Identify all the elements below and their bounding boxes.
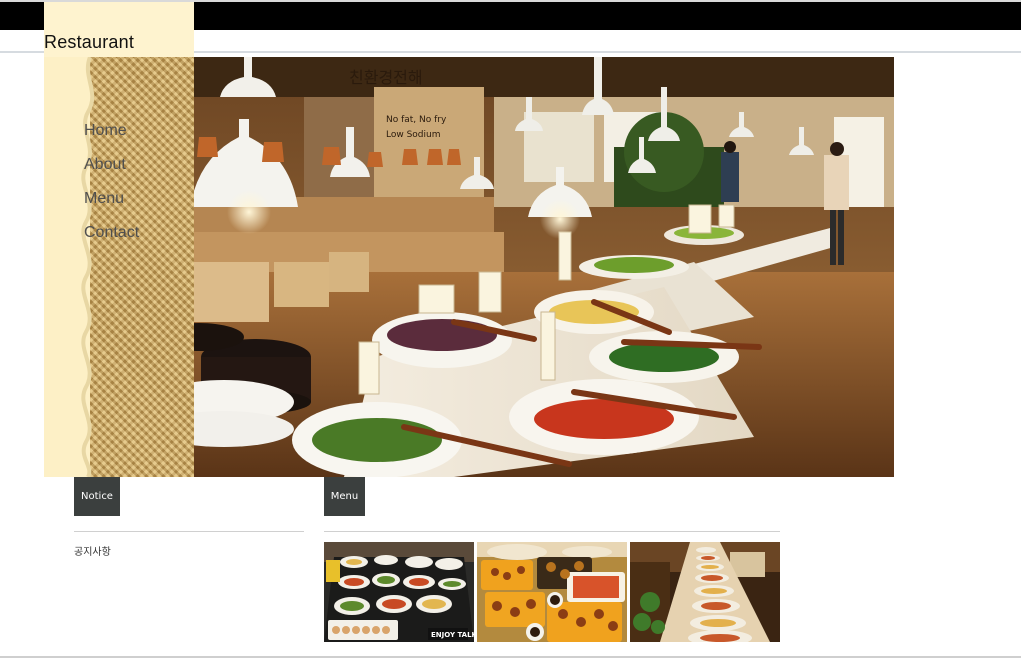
nav-contact-link[interactable]: Contact [84,223,139,257]
site-title: Restaurant [44,32,135,52]
buffet-table-photo-icon: ENJOY TALK [324,542,474,642]
hero-sign-line-1: No fat, No fry [386,115,447,125]
thumbnail-caption: ENJOY TALK [431,631,474,639]
sidebar-wavy-edge [74,57,95,477]
menu-thumbnail-2[interactable] [477,542,627,642]
menu-thumbnail-1[interactable]: ENJOY TALK [324,542,474,642]
nav-home-link[interactable]: Home [84,121,139,155]
hero-image: 친환경전해 No fat, No fry Low Sodium [194,57,894,477]
main-nav: Home About Menu Contact [84,121,139,257]
food-trays-photo-icon [477,542,627,642]
nav-menu-link[interactable]: Menu [84,189,139,223]
hero-sign-title: 친환경전해 [349,68,423,87]
menu-divider [324,531,780,532]
buffet-line-photo-icon [630,542,780,642]
menu-thumbnail-3[interactable] [630,542,780,642]
salad-bar-photo-icon: 친환경전해 No fat, No fry Low Sodium [194,57,894,477]
tab-notice[interactable]: Notice [74,477,120,516]
notice-divider [74,531,304,532]
footer-divider [0,656,1021,658]
notice-text: 공지사항 [74,547,111,558]
hero-sign-line-2: Low Sodium [386,130,441,140]
nav-about-link[interactable]: About [84,155,139,189]
tab-menu[interactable]: Menu [324,477,365,516]
